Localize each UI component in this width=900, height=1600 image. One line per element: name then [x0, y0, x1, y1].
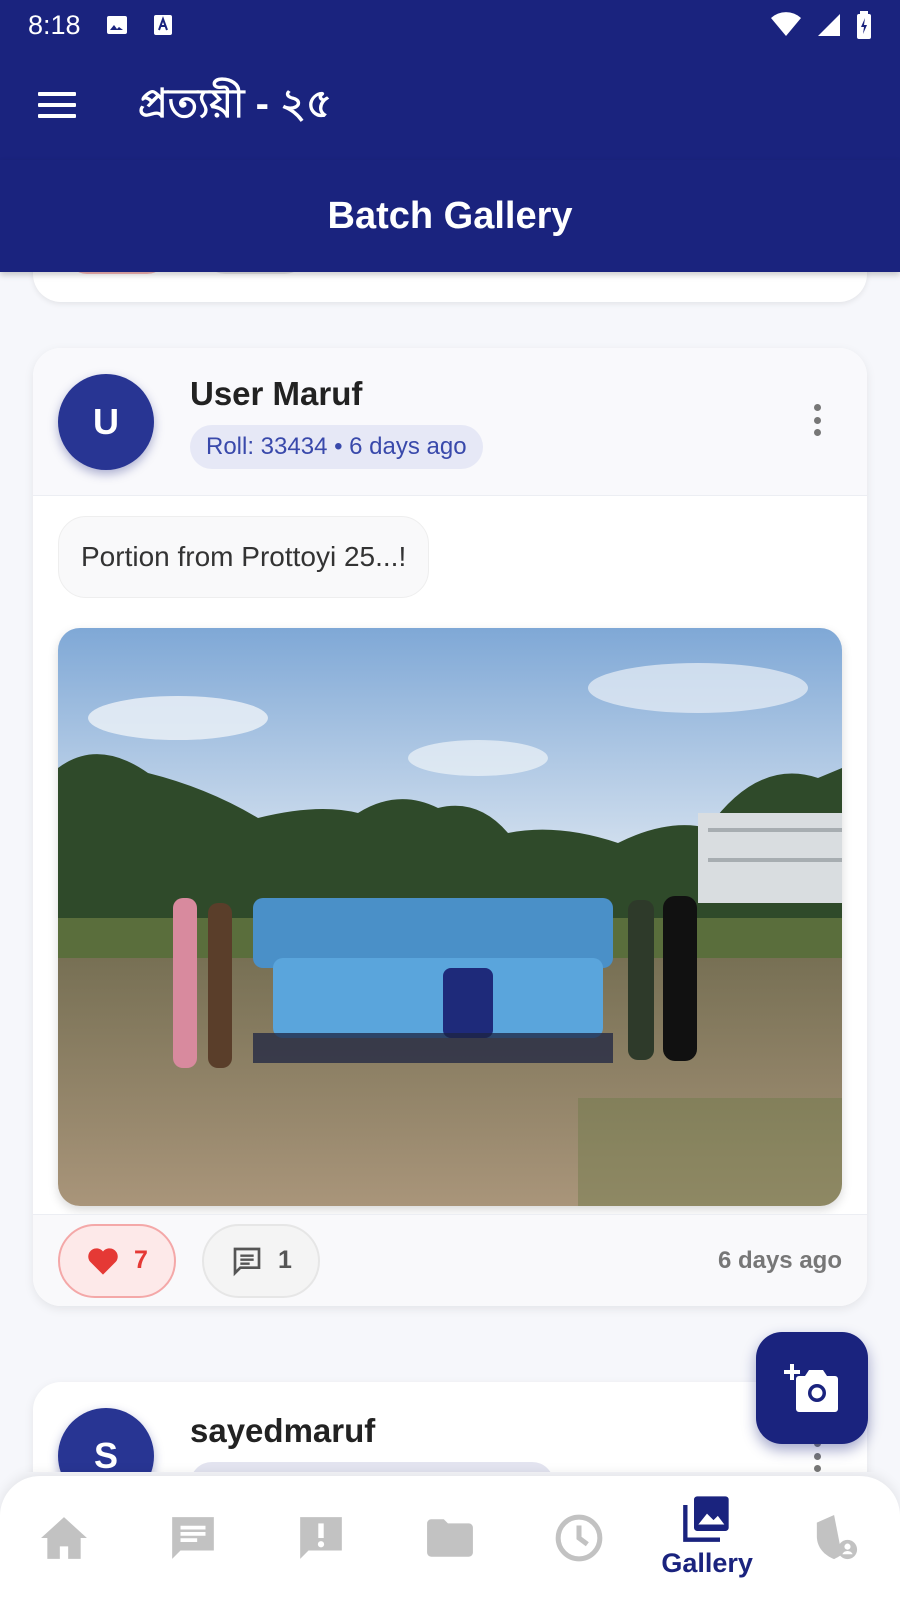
post-meta-badge: Roll: 33434 • 6 days ago: [190, 424, 483, 469]
home-icon: [41, 1517, 88, 1559]
post-header: U User Maruf Roll: 33434 • 6 days ago: [33, 348, 867, 496]
status-time: 8:18: [28, 9, 81, 40]
hamburger-menu-icon: [38, 92, 76, 118]
comment-icon: [233, 1247, 261, 1276]
post-author-name[interactable]: User Maruf: [190, 375, 483, 413]
text-notification-icon: [153, 15, 172, 35]
battery-icon: [857, 11, 871, 39]
nav-notices[interactable]: [257, 1476, 386, 1600]
avatar[interactable]: U: [58, 373, 154, 470]
heart-icon: [88, 1247, 118, 1275]
post-time: 6 days ago: [717, 1246, 842, 1274]
more-vert-dot: [813, 1452, 821, 1460]
signal-icon: [818, 14, 840, 36]
bottom-navigation: Gallery: [0, 1476, 900, 1600]
wifi-icon: [771, 12, 801, 37]
post-meta-badge: [190, 1462, 554, 1472]
post-card: S sayedmaruf: [33, 1382, 867, 1472]
post-actions: 7 1 6 days ago: [33, 1214, 867, 1306]
post-caption: Portion from Prottoyi 25...!: [58, 516, 430, 598]
post-more-options-button[interactable]: [797, 398, 837, 442]
comment-button[interactable]: 1: [202, 1223, 320, 1298]
gallery-icon: [683, 1496, 729, 1542]
post-card: U User Maruf Roll: 33434 • 6 days ago Po…: [33, 348, 867, 1306]
more-vert-dot: [813, 416, 821, 424]
app-title: প্রত্যয়ী - ২৫: [138, 81, 332, 126]
nav-admin[interactable]: [771, 1476, 900, 1600]
alert-icon: [300, 1517, 343, 1559]
folder-icon: [427, 1519, 473, 1557]
add-photo-icon: [784, 1364, 838, 1412]
previous-post-card: [33, 272, 867, 302]
previous-comment-button[interactable]: [205, 272, 305, 274]
nav-chat[interactable]: [129, 1476, 258, 1600]
nav-home[interactable]: [0, 1476, 129, 1600]
status-bar: 8:18: [0, 0, 900, 50]
avatar[interactable]: S: [58, 1408, 154, 1472]
more-vert-dot: [813, 1465, 821, 1472]
post-photo[interactable]: [58, 628, 842, 1206]
more-vert-dot: [813, 429, 821, 436]
nav-gallery[interactable]: Gallery: [643, 1476, 772, 1600]
page-header: Batch Gallery: [0, 160, 900, 272]
post-author-name[interactable]: sayedmaruf: [190, 1412, 375, 1450]
like-button[interactable]: 7: [58, 1223, 176, 1298]
group-photo-image: [58, 628, 842, 1206]
image-icon: [106, 16, 127, 34]
menu-button[interactable]: [22, 70, 92, 140]
page-title: Batch Gallery: [327, 194, 573, 237]
admin-shield-icon: [816, 1515, 857, 1560]
chat-icon: [172, 1517, 214, 1559]
previous-like-button[interactable]: [67, 272, 167, 274]
like-count: 7: [134, 1246, 148, 1274]
more-vert-icon: [813, 404, 821, 411]
app-bar: প্রত্যয়ী - ২৫: [0, 50, 900, 160]
nav-history[interactable]: [514, 1476, 643, 1600]
comment-count: 1: [278, 1246, 292, 1274]
nav-gallery-label: Gallery: [661, 1548, 753, 1578]
gallery-feed[interactable]: U User Maruf Roll: 33434 • 6 days ago Po…: [0, 272, 900, 1472]
nav-files[interactable]: [386, 1476, 515, 1600]
add-photo-button[interactable]: [756, 1332, 868, 1444]
clock-icon: [555, 1514, 602, 1562]
